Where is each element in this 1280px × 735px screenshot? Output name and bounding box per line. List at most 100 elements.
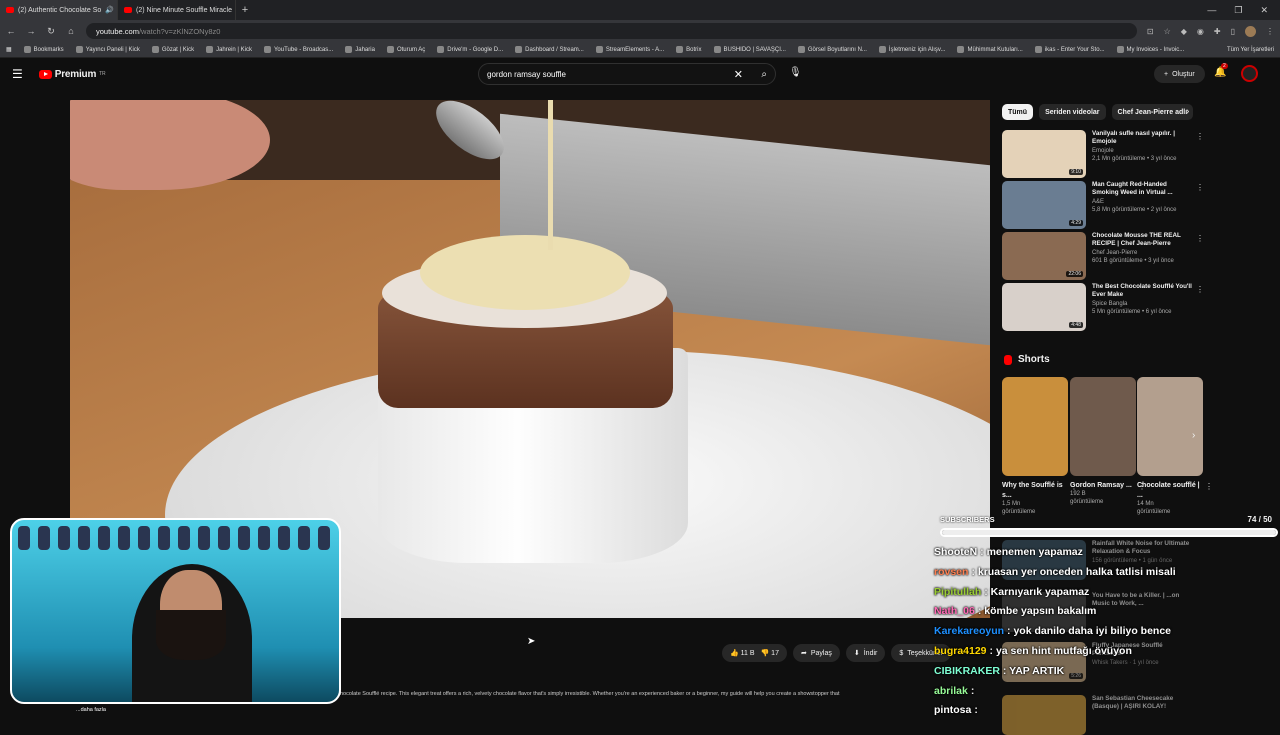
share-button[interactable]: ➦Paylaş [793,644,840,662]
search-icon[interactable]: ⌕ [761,69,767,80]
related-video-item[interactable]: 9:10 Vanilyalı sufle nasıl yapılır. | Emo… [1002,130,1202,178]
short-title[interactable]: Why the Soufflé is s... [1002,481,1068,501]
home-icon[interactable]: ⌂ [66,26,76,36]
more-options-icon[interactable]: ⋮ [1196,234,1204,243]
channel-name[interactable]: A&E [1092,199,1192,207]
bookmark-item[interactable]: Gözat | Kick [152,46,194,53]
like-button[interactable]: 👍 11 B [730,649,755,657]
minimize-icon[interactable]: — [1207,5,1216,16]
subscriber-goal-label: SUBSCRIBERS [940,515,995,524]
bookmark-label: Jahrein | Kick [216,47,252,53]
short-thumbnail[interactable] [1002,377,1068,476]
apps-icon[interactable]: ▦ [6,46,12,53]
forward-icon[interactable]: → [26,26,36,36]
bookmark-item[interactable]: İşletmeniz için Alışv... [879,46,946,53]
bookmark-item[interactable]: Jaharia [345,46,375,53]
bookmark-item[interactable]: Dashboard / Stream... [515,46,584,53]
more-options-icon[interactable]: ⋮ [1205,483,1213,491]
bookmark-item[interactable]: ikas - Enter Your Sto... [1035,46,1105,53]
related-video-item[interactable]: 4:48 The Best Chocolate Soufflé You'll Ev… [1002,283,1202,331]
channel-name[interactable]: Emojole [1092,148,1192,156]
short-title[interactable]: Gordon Ramsay ... [1070,481,1136,491]
account-avatar[interactable] [1241,65,1258,82]
bookmark-item[interactable]: Mühimmat Kutuları... [957,46,1022,53]
clear-search-icon[interactable]: ✕ [734,68,743,81]
bookmark-item[interactable]: Jahrein | Kick [206,46,252,53]
browser-tab-1[interactable]: (2) Authentic Chocolate So 🔊 ✕ [0,0,118,20]
chat-username: abrilak [934,685,968,697]
related-video-item[interactable]: 4:29 Man Caught Red-Handed Smoking Weed i… [1002,181,1202,229]
bookmark-item[interactable]: StreamElements - A... [596,46,664,53]
chevron-right-icon[interactable]: › [1186,106,1189,117]
download-button[interactable]: ⬇İndir [846,644,886,662]
close-window-icon[interactable]: ✕ [1260,5,1268,16]
speaker-icon[interactable]: 🔊 [105,6,114,14]
bookmark-item[interactable]: Görsel Boyutlarını N... [798,46,867,53]
new-tab-icon[interactable]: + [236,4,254,16]
more-options-icon[interactable]: ⋮ [1196,183,1204,192]
more-options-icon[interactable]: ⋮ [1196,132,1204,141]
maximize-icon[interactable]: ❐ [1234,5,1242,16]
bookmark-label: YouTube - Broadcas... [274,47,333,53]
short-views: 14 Mn [1137,501,1203,509]
extension-icon[interactable]: ◉ [1197,27,1204,36]
search-input[interactable]: gordon ramsay souffle ✕ ⌕ [478,63,776,85]
related-video-item[interactable]: 22:06 Chocolate Mousse THE REAL RECIPE | … [1002,232,1202,280]
bookmark-label: My Invoices - Invoic... [1127,47,1185,53]
dislike-button[interactable]: 👎 17 [759,649,779,657]
short-thumbnail[interactable] [1070,377,1136,476]
hamburger-menu-icon[interactable]: ☰ [12,67,23,81]
bookmark-item[interactable]: Oturum Aç [387,46,425,53]
back-icon[interactable]: ← [6,26,16,36]
video-thumbnail[interactable]: 4:48 [1002,283,1086,331]
filter-chip[interactable]: Chef Jean-Pierre adlı [1112,104,1194,120]
bookmark-label: Oturum Aç [397,47,425,53]
filter-chip[interactable]: Tümü [1002,104,1033,120]
bookmark-item[interactable]: BUSHIDO | SAVAŞÇI... [714,46,786,53]
chat-username: rovsen [934,566,968,578]
bookmark-item[interactable]: Bookmarks [24,46,64,53]
video-title[interactable]: Vanilyalı sufle nasıl yapılır. | Emojole [1092,130,1192,146]
chat-text: kruasan yer onceden halka tatlisi misali [978,566,1176,578]
reload-icon[interactable]: ↻ [46,26,56,37]
browser-tab-2[interactable]: (2) Nine Minute Souffle Miracle ✕ [118,0,236,20]
notifications-bell-icon[interactable]: 🔔2 [1214,67,1226,78]
bookmark-item[interactable]: Drive'm - Google D... [437,46,503,53]
filter-chip[interactable]: Seriden videolar [1039,104,1105,120]
url-field[interactable]: youtube.com/watch?v=zKlNZONy8z0 [86,23,1137,39]
short-title[interactable]: Chocolate soufflé | ... [1137,481,1203,501]
sidebar-icon[interactable]: ▯ [1231,27,1235,36]
microphone-icon[interactable]: 🎙 [789,67,802,78]
puzzle-icon[interactable]: ✚ [1214,27,1221,36]
show-more-link[interactable]: ...daha fazla [76,706,936,714]
install-icon[interactable]: ⊡ [1147,27,1154,36]
share-icon: ➦ [801,649,807,657]
video-thumbnail[interactable]: 9:10 [1002,130,1086,178]
create-button[interactable]: + Oluştur [1154,65,1205,83]
video-meta: 5 Mn görüntüleme • 6 yıl önce [1092,309,1192,317]
short-info: Why the Soufflé is s...1,5 Mngörüntüleme… [1002,481,1068,516]
video-title[interactable]: Man Caught Red-Handed Smoking Weed in Vi… [1092,181,1192,197]
extension-icon[interactable]: ◆ [1181,27,1187,36]
bookmark-item[interactable]: My Invoices - Invoic... [1117,46,1185,53]
chevron-right-icon[interactable]: › [1192,430,1195,441]
more-options-icon[interactable]: ⋮ [1196,285,1204,294]
channel-name[interactable]: Spice Bangla [1092,301,1192,309]
bookmark-label: Görsel Boyutlarını N... [808,47,867,53]
bookmark-item[interactable]: YouTube - Broadcas... [264,46,333,53]
menu-icon[interactable]: ⋮ [1266,27,1274,36]
video-title[interactable]: The Best Chocolate Soufflé You'll Ever M… [1092,283,1192,299]
video-thumbnail[interactable]: 22:06 [1002,232,1086,280]
logo-text: Premium [55,69,96,80]
chat-username: CIBIKRAKER [934,665,1000,677]
profile-avatar[interactable] [1245,26,1256,37]
bookmark-item[interactable]: Yayıncı Paneli | Kick [76,46,140,53]
bookmark-item[interactable]: Botrix [676,46,701,53]
youtube-logo[interactable]: Premium TR [39,69,106,80]
short-thumbnail[interactable] [1137,377,1203,476]
star-icon[interactable]: ☆ [1164,27,1171,36]
all-bookmarks-button[interactable]: Tüm Yer İşaretleri [1227,47,1274,53]
video-title[interactable]: Chocolate Mousse THE REAL RECIPE | Chef … [1092,232,1192,248]
video-thumbnail[interactable]: 4:29 [1002,181,1086,229]
channel-name[interactable]: Chef Jean-Pierre [1092,250,1192,258]
